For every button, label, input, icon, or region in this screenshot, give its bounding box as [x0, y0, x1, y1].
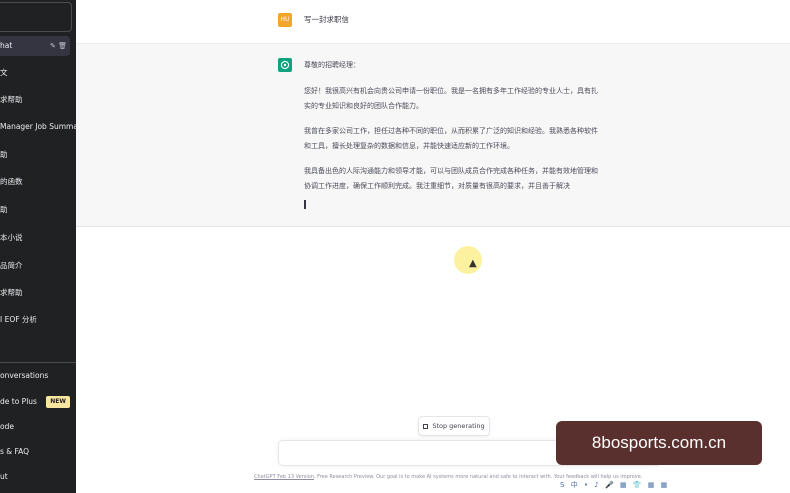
watermark: 8bosports.com.cn	[556, 421, 762, 465]
sidebar-item[interactable]: 文	[0, 63, 76, 83]
sidebar-item-label: 本小说	[0, 233, 23, 242]
user-avatar: HU	[278, 13, 292, 27]
sidebar-item-label: I EOF 分析	[0, 315, 37, 324]
upgrade-plus-button[interactable]: de to Plus NEW	[0, 392, 76, 412]
sidebar-item[interactable]: Manager Job Summar	[0, 117, 76, 137]
stop-icon	[423, 423, 429, 429]
sidebar-item[interactable]: 求帮助	[0, 283, 76, 303]
edit-delete-icons[interactable]: ✎ 🗑	[50, 36, 67, 56]
clear-conversations-button[interactable]: onversations	[0, 366, 76, 386]
sidebar-item-label: onversations	[0, 371, 49, 380]
openai-logo-icon	[278, 58, 292, 72]
assistant-message: 尊敬的招聘经理： 您好！我很高兴有机会向贵公司申请一份职位。我是一名拥有多年工作…	[76, 44, 790, 227]
sidebar-item[interactable]: 助	[0, 200, 76, 220]
dark-mode-button[interactable]: ode	[0, 417, 76, 437]
tray-icon[interactable]: ▦	[661, 481, 668, 489]
user-message: HU 写一封求职信	[76, 0, 790, 44]
sidebar-divider	[0, 362, 76, 363]
mouse-highlight	[454, 246, 482, 274]
sidebar: hat ✎ 🗑 文 求帮助 Manager Job Summar 助 的函数 助…	[0, 0, 76, 493]
assistant-message-body: 尊敬的招聘经理： 您好！我很高兴有机会向贵公司申请一份职位。我是一名拥有多年工作…	[304, 58, 604, 213]
sidebar-item-label: ode	[0, 422, 14, 431]
sidebar-item-label: 求帮助	[0, 95, 23, 104]
updates-faq-link[interactable]: s & FAQ	[0, 442, 76, 462]
system-tray: S 中 • ♪ 🎤 ▦ 👕 ▦ ▦	[560, 480, 667, 492]
sidebar-item-label: de to Plus	[0, 397, 37, 406]
stop-generating-label: Stop generating	[432, 422, 485, 430]
sidebar-item[interactable]: 求帮助	[0, 90, 76, 110]
sidebar-item[interactable]: 的函数	[0, 172, 76, 192]
mouse-cursor-icon: ▲	[469, 258, 477, 269]
sidebar-item-label: s & FAQ	[0, 447, 30, 456]
typing-cursor	[304, 200, 306, 209]
openai-logo-icon	[280, 60, 290, 70]
sidebar-item-label: 文	[0, 68, 8, 77]
tray-icon[interactable]: S	[560, 481, 564, 489]
tray-icon[interactable]: 👕	[633, 481, 642, 489]
sidebar-item-label: hat	[0, 41, 13, 50]
sidebar-item-label: 品简介	[0, 261, 23, 270]
sidebar-item-label: 求帮助	[0, 288, 23, 297]
tray-icon[interactable]: 🎤	[605, 481, 614, 489]
tray-icon[interactable]: ▦	[620, 481, 627, 489]
letter-paragraph: 我曾在多家公司工作，担任过各种不同的职位，从而积累了广泛的知识和经验。我熟悉各种…	[304, 127, 598, 150]
tray-icon[interactable]: ♪	[594, 481, 598, 489]
sidebar-item-label: Manager Job Summar	[0, 122, 76, 131]
letter-greeting: 尊敬的招聘经理：	[304, 61, 360, 69]
sidebar-item-label: ut	[0, 472, 8, 481]
sidebar-item-active-chat[interactable]: hat ✎ 🗑	[0, 36, 70, 56]
letter-paragraph: 您好！我很高兴有机会向贵公司申请一份职位。我是一名拥有多年工作经验的专业人士，具…	[304, 87, 598, 110]
sidebar-item[interactable]: I EOF 分析	[0, 310, 76, 330]
sidebar-item[interactable]: 品简介	[0, 256, 76, 276]
sidebar-item-label: 助	[0, 205, 8, 214]
new-badge: NEW	[46, 396, 70, 408]
user-message-text: 写一封求职信	[304, 15, 349, 24]
chat-main: HU 写一封求职信 尊敬的招聘经理： 您好！我很高兴有机会向贵公司申请一份职位。…	[76, 0, 790, 493]
letter-paragraph: 我具备出色的人际沟通能力和领导才能，可以与团队成员合作完成各种任务，并能有效地管…	[304, 167, 598, 190]
new-chat-button[interactable]	[0, 2, 72, 32]
stop-generating-button[interactable]: Stop generating	[418, 416, 490, 436]
logout-button[interactable]: ut	[0, 467, 76, 487]
version-link[interactable]: ChatGPT Feb 13 Version	[254, 474, 314, 480]
sidebar-item-label: 助	[0, 150, 8, 159]
sidebar-item[interactable]: 助	[0, 145, 76, 165]
tray-icon[interactable]: 中	[571, 481, 578, 489]
tray-icon[interactable]: •	[584, 481, 588, 489]
tray-icon[interactable]: ▦	[648, 481, 655, 489]
sidebar-item-label: 的函数	[0, 177, 23, 186]
sidebar-item[interactable]: 本小说	[0, 228, 76, 248]
